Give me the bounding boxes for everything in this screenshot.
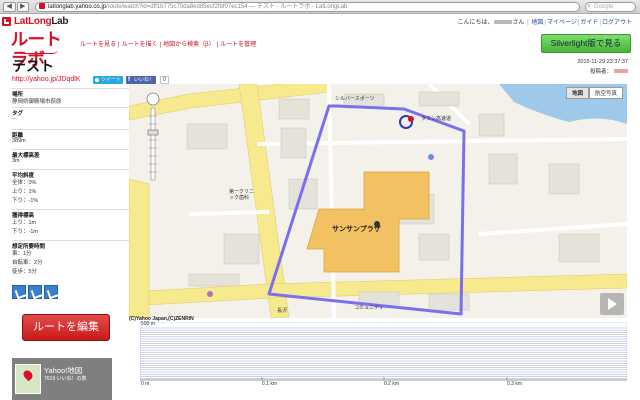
address-bar[interactable]: latlonglab.yahoo.co.jp/route/watch?id=df… bbox=[35, 2, 580, 12]
elevation-canvas bbox=[139, 321, 628, 381]
tag-value: -- bbox=[12, 116, 16, 122]
map-label-store: サンサンプラザ bbox=[332, 226, 381, 233]
route-author: 投稿者： bbox=[590, 67, 628, 75]
elev-y-top: 500 m bbox=[141, 321, 155, 327]
gain-down: 下り：-1m bbox=[12, 229, 38, 235]
route-map[interactable]: サンサンプラザ シルバースポーツ タウン高速道 第一クリニック歯科 コミュニティ… bbox=[129, 84, 627, 318]
pan-control-icon[interactable] bbox=[146, 92, 160, 106]
gain-up: 上り：1m bbox=[12, 220, 37, 226]
slope-up: 上り：1% bbox=[12, 189, 37, 195]
map-label-misc2: 長沢 bbox=[277, 308, 288, 314]
silverlight-button[interactable]: Silverlight版で見る bbox=[541, 34, 631, 53]
latlonglab-logo[interactable]: LatLong Lab bbox=[2, 15, 69, 27]
browser-search-input[interactable]: Google bbox=[585, 2, 636, 12]
elev-x-tick-1: 0.1 km bbox=[262, 381, 278, 387]
route-short-url[interactable]: http://yahoo.jp/JDqdlK bbox=[12, 76, 81, 83]
elev-diff-value: 3m bbox=[12, 158, 20, 164]
nav-buttons: ◀ ▶ bbox=[3, 2, 29, 12]
routelabo-logo[interactable]: ルートラボ bbox=[11, 30, 70, 69]
slope-down: 下り：-1% bbox=[12, 198, 39, 204]
back-icon[interactable]: ◀ bbox=[3, 2, 16, 12]
browser-toolbar: ◀ ▶ latlonglab.yahoo.co.jp/route/watch?i… bbox=[0, 0, 640, 14]
map-label-dental: 第一クリニック歯科 bbox=[229, 189, 255, 201]
next-arrow-icon[interactable] bbox=[600, 293, 624, 315]
yahoo-map-banner[interactable]: Yahoo!地図 7619 いいね！の数 bbox=[12, 358, 112, 400]
user-links: こんにちは、 さん | 地図|マイページ|ガイド|ログアウト bbox=[457, 20, 632, 26]
map-label-misc1: コミュニティ bbox=[354, 305, 384, 311]
time-car: 車：1分 bbox=[12, 251, 32, 257]
tweet-button[interactable]: ツイート bbox=[93, 76, 123, 84]
elevation-chart: 500 m 0 m 0.1 km 0.2 km 0.3 km bbox=[139, 321, 628, 387]
map-label-silver: シルバースポーツ bbox=[335, 96, 375, 102]
link-logout[interactable]: ログアウト bbox=[602, 20, 632, 26]
elev-x-tick-3: 0.3 km bbox=[507, 381, 523, 387]
slope-all: 全体：0% bbox=[12, 180, 37, 186]
top-menu: ルートを見る | ルートを描く | 地図から検索（β） | ルートを管理 bbox=[80, 42, 257, 48]
edit-route-button[interactable]: ルートを編集 bbox=[22, 314, 110, 341]
goal-marker-icon[interactable] bbox=[408, 116, 414, 122]
greeting: こんにちは、 bbox=[457, 20, 494, 26]
export-kml-icon[interactable] bbox=[12, 285, 26, 299]
export-map-icon[interactable] bbox=[44, 285, 58, 299]
logo-lab: Lab bbox=[51, 15, 69, 27]
url-host: latlonglab.yahoo.co.jp bbox=[48, 4, 107, 10]
yahoo-map-pin-icon bbox=[15, 364, 41, 394]
link-guide[interactable]: ガイド bbox=[580, 20, 598, 26]
latlonglab-logo-icon bbox=[2, 16, 11, 26]
zoom-slider-track[interactable] bbox=[150, 107, 156, 181]
map-type-aerial[interactable]: 航空写真 bbox=[588, 87, 623, 99]
yahoo-banner-sub: 7619 いいね！の数 bbox=[44, 376, 87, 382]
route-export-icons bbox=[12, 285, 58, 299]
road-west bbox=[129, 178, 150, 318]
link-mypage[interactable]: マイページ bbox=[547, 20, 577, 26]
map-type-switch: 地図 航空写真 bbox=[565, 87, 623, 99]
parking-icon bbox=[428, 154, 434, 160]
author-label: 投稿者： bbox=[589, 69, 612, 75]
honorific: さん bbox=[512, 20, 525, 26]
elev-x-tick-2: 0.2 km bbox=[384, 381, 400, 387]
distance-value: 389m bbox=[12, 138, 26, 144]
url-path: /route/watch?id=dff1b775c70da8ed85ecf2fb… bbox=[106, 4, 348, 10]
time-bike: 自転車：2分 bbox=[12, 260, 43, 266]
username-redacted bbox=[494, 20, 513, 24]
zoom-slider-handle[interactable] bbox=[147, 129, 159, 136]
zoom-control[interactable] bbox=[146, 92, 160, 184]
favicon-icon bbox=[39, 3, 45, 9]
like-count: 0 bbox=[160, 76, 169, 84]
forward-icon[interactable]: ▶ bbox=[16, 2, 29, 12]
route-title: テスト bbox=[12, 58, 54, 74]
map-canvas[interactable] bbox=[129, 84, 627, 318]
elev-x-tick-0: 0 m bbox=[141, 381, 150, 387]
menu-manage-routes[interactable]: ルートを管理 bbox=[220, 42, 256, 48]
menu-draw-route[interactable]: ルートを描く bbox=[122, 42, 158, 48]
place-value: 静岡県御殿場市萩原 bbox=[12, 99, 62, 105]
like-button[interactable]: いいね！ bbox=[126, 76, 156, 84]
menu-map-search[interactable]: 地図から検索（β） bbox=[163, 42, 214, 48]
author-name-redacted[interactable] bbox=[614, 69, 628, 73]
export-gpx-icon[interactable] bbox=[28, 285, 42, 299]
route-date: 2015-11-29 23:37:37 bbox=[577, 59, 628, 65]
routelabo-underline bbox=[20, 49, 58, 54]
link-map[interactable]: 地図 bbox=[531, 20, 543, 26]
elevation-bg bbox=[139, 321, 628, 381]
map-type-map[interactable]: 地図 bbox=[565, 87, 589, 99]
logo-lat: LatLong bbox=[14, 15, 52, 27]
poi-icon bbox=[207, 291, 213, 297]
time-walk: 徒歩：5分 bbox=[12, 269, 38, 275]
menu-view-routes[interactable]: ルートを見る bbox=[80, 42, 116, 48]
map-label-town: タウン高速道 bbox=[421, 116, 452, 122]
